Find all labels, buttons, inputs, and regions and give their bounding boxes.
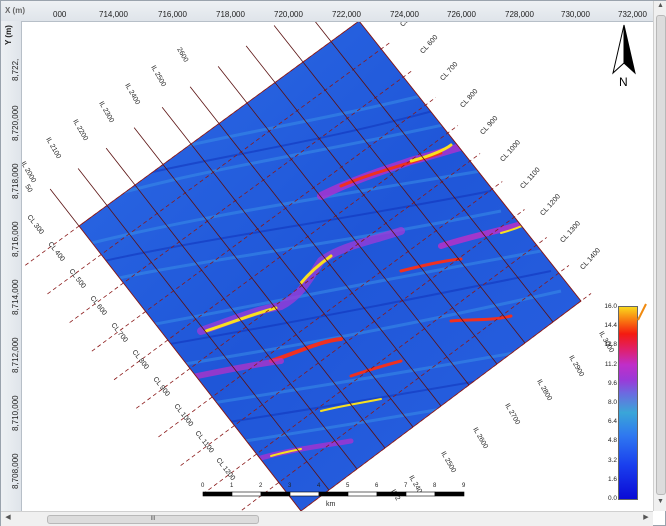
scale-bar-tick: 6 <box>375 483 379 489</box>
scale-bar: 0 1 2 3 4 5 6 7 8 9 km <box>199 483 469 511</box>
y-axis-tick: 8,720,000 <box>11 105 20 141</box>
map-viewport[interactable]: IL 2100 IL 2200 IL 2300 IL 2400 IL 2500 2600 I… <box>0 0 666 526</box>
x-axis-tick: 720,000 <box>274 10 303 19</box>
horizontal-scrollbar[interactable]: ◀ III ▶ <box>1 511 653 526</box>
scale-bar-tick: 7 <box>404 483 408 489</box>
scale-bar-segment <box>202 491 233 497</box>
crossline-label-right: CL 1200 <box>539 193 562 217</box>
scale-bar-segment <box>347 491 378 497</box>
scale-bar-segment <box>289 491 320 497</box>
scale-bar-tick: 9 <box>462 483 466 489</box>
scroll-right-icon[interactable]: ▶ <box>641 513 651 521</box>
vertical-scroll-thumb[interactable] <box>656 15 666 495</box>
scroll-left-icon[interactable]: ◀ <box>3 513 13 521</box>
color-scale-label: 16.0 <box>604 303 617 310</box>
x-axis-tick: 716,000 <box>158 10 187 19</box>
x-axis-tick: 718,000 <box>216 10 245 19</box>
y-axis-tick: 8,714,000 <box>11 279 20 315</box>
crossline-label-right: CL 800 <box>459 88 479 109</box>
x-axis-ruler: X (m) 000 714,000 716,000 718,000 720,00… <box>1 1 653 22</box>
x-axis-tick: 000 <box>53 10 67 19</box>
y-axis-title: Y (m) <box>4 25 13 45</box>
inline-label: IL 2300 <box>97 101 115 125</box>
color-scale-label: 8.0 <box>607 399 617 406</box>
color-scale-label: 12.8 <box>604 341 617 349</box>
inline-label: IL 2100 <box>44 137 62 161</box>
crossline-label: CL 300 <box>25 214 44 236</box>
inline-label: 50 <box>23 184 33 194</box>
scale-bar-tick: 1 <box>230 483 234 489</box>
x-axis-tick: 724,000 <box>390 10 419 19</box>
color-scale-label: 0.0 <box>607 495 617 502</box>
color-scale-label: 14.4 <box>604 322 617 330</box>
crossline-label: CL 1200 <box>214 457 236 482</box>
scale-bar-tick: 8 <box>433 483 437 489</box>
inline-label-bottom: IL 2800 <box>535 379 553 403</box>
inline-label: IL 2400 <box>123 83 141 107</box>
color-scale-label: 9.6 <box>607 379 617 387</box>
inline-label-bottom: IL 2700 <box>503 403 521 427</box>
inline-label: IL 2500 <box>149 65 167 89</box>
crossline-label-right: CL 1100 <box>519 166 541 190</box>
x-axis-tick: 730,000 <box>561 10 590 19</box>
x-axis-tick: 714,000 <box>99 10 128 19</box>
color-scale-label: 6.4 <box>607 418 617 426</box>
crossline-label: CL 400 <box>46 241 65 263</box>
scale-bar-segment <box>376 491 407 497</box>
y-axis-ruler: Y (m) 8,722, 8,720,000 8,718,000 8,716,0… <box>1 21 22 511</box>
inline-label-bottom: IL 2900 <box>567 355 585 379</box>
scroll-down-icon[interactable]: ▼ <box>656 498 665 508</box>
color-scale-label: 4.8 <box>607 437 617 445</box>
vertical-scrollbar[interactable]: ▲ ▼ <box>653 1 666 511</box>
scale-bar-tick: 5 <box>346 483 350 489</box>
y-axis-tick: 8,716,000 <box>11 221 20 257</box>
scale-bar-tick: 2 <box>259 483 263 489</box>
inline-label: 2600 <box>175 47 189 64</box>
y-axis-tick: 8,712,000 <box>11 337 20 373</box>
crossline-label-right: CL 1300 <box>559 220 582 244</box>
y-axis-tick: 8,710,000 <box>11 395 20 431</box>
crossline-label-right: CL 700 <box>439 61 459 82</box>
scale-bar-segment <box>405 491 436 497</box>
crossline-label-right: CL 500 <box>399 21 419 28</box>
crossline-label: CL 600 <box>88 295 107 317</box>
inline-label: IL 2000 <box>21 161 37 185</box>
scroll-up-icon[interactable]: ▲ <box>656 2 665 12</box>
crossline-label: CL 700 <box>109 322 128 344</box>
color-scale-label: 11.2 <box>604 360 617 368</box>
scale-bar-tick: 3 <box>288 483 292 489</box>
crossline-label-right: CL 1000 <box>499 139 522 163</box>
x-axis-title: X (m) <box>5 6 25 15</box>
scale-bar-segment <box>318 491 349 497</box>
scale-bar-segment <box>260 491 291 497</box>
scale-bar-segment <box>434 491 465 497</box>
scale-bar-unit: km <box>326 501 336 508</box>
color-scale-bar[interactable] <box>618 306 638 500</box>
y-axis-tick: 8,722, <box>11 58 20 81</box>
color-scale-label: 1.6 <box>607 475 617 483</box>
inline-label-bottom: IL 2600 <box>471 427 489 451</box>
y-axis-tick: 8,718,000 <box>11 163 20 199</box>
crossline-label: CL 500 <box>67 268 86 290</box>
inline-label-bottom: IL 2500 <box>439 451 457 475</box>
x-axis-tick: 732,000 <box>618 10 647 19</box>
x-axis-tick: 728,000 <box>505 10 534 19</box>
scale-bar-graphic <box>202 491 465 497</box>
crossline-label-right: CL 1400 <box>579 247 602 271</box>
scale-bar-segment <box>231 491 262 497</box>
inline-label: IL 2200 <box>71 119 89 143</box>
x-axis-tick: 722,000 <box>332 10 361 19</box>
scale-bar-tick: 4 <box>317 483 321 489</box>
seismic-attribute-map[interactable]: IL 2100 IL 2200 IL 2300 IL 2400 IL 2500 2600 I… <box>21 21 653 511</box>
scale-bar-tick: 0 <box>201 483 205 489</box>
y-axis-tick: 8,708,000 <box>11 453 20 489</box>
north-label: N <box>619 75 628 89</box>
color-scale-label: 3.2 <box>607 456 617 464</box>
crossline-label: CL 800 <box>130 349 149 371</box>
color-scale-marker-icon[interactable] <box>637 301 647 321</box>
horizontal-scroll-thumb[interactable]: III <box>47 515 259 524</box>
crossline-label-right: CL 900 <box>479 115 499 136</box>
x-axis-tick: 726,000 <box>447 10 476 19</box>
crossline-label-right: CL 600 <box>419 34 439 55</box>
